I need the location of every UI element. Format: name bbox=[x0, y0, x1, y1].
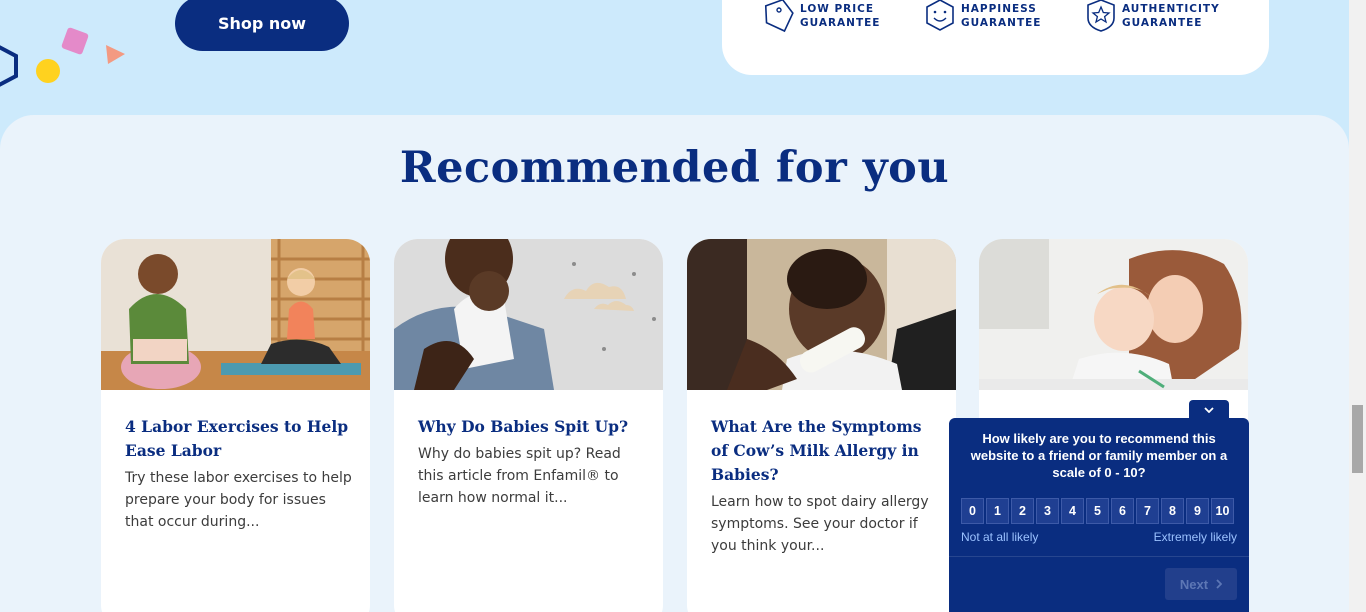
article-title[interactable]: Why Do Babies Spit Up? bbox=[418, 415, 643, 439]
guarantee-line1: LOW PRICE bbox=[800, 3, 875, 15]
article-title[interactable]: 4 Labor Exercises to Help Ease Labor bbox=[125, 415, 350, 463]
nps-option-10[interactable]: 10 bbox=[1211, 498, 1234, 524]
next-button[interactable]: Next bbox=[1165, 568, 1237, 600]
guarantee-line1: AUTHENTICITY bbox=[1122, 3, 1220, 15]
next-label: Next bbox=[1179, 576, 1209, 592]
nps-option-5[interactable]: 5 bbox=[1086, 498, 1109, 524]
diamond-decoration-icon bbox=[60, 26, 90, 56]
article-description: Why do babies spit up? Read this article… bbox=[418, 446, 621, 506]
circle-decoration-icon bbox=[36, 59, 60, 83]
article-title[interactable]: What Are the Symptoms of Cow’s Milk Alle… bbox=[711, 415, 936, 487]
nps-option-0[interactable]: 0 bbox=[961, 498, 984, 524]
nps-option-1[interactable]: 1 bbox=[986, 498, 1009, 524]
nps-scale: 0 1 2 3 4 5 6 7 8 9 10 bbox=[961, 498, 1234, 524]
nps-option-8[interactable]: 8 bbox=[1161, 498, 1184, 524]
happiness-guarantee: HAPPINESS GUARANTEE bbox=[923, 0, 1041, 34]
nps-option-7[interactable]: 7 bbox=[1136, 498, 1159, 524]
article-card[interactable]: Why Do Babies Spit Up? Why do babies spi… bbox=[394, 239, 663, 612]
page-scrollbar[interactable] bbox=[1349, 0, 1366, 612]
survey-divider bbox=[949, 556, 1249, 557]
article-card[interactable]: What Are the Symptoms of Cow’s Milk Alle… bbox=[687, 239, 956, 612]
price-tag-icon bbox=[764, 0, 794, 33]
article-image-mother-baby[interactable] bbox=[979, 239, 1248, 390]
guarantee-card: LOW PRICE GUARANTEE HAPPINESS GUARANTEE AU… bbox=[722, 0, 1269, 75]
shop-now-button[interactable]: Shop now bbox=[175, 0, 349, 51]
article-image-labor-exercises[interactable] bbox=[101, 239, 370, 390]
smiley-icon bbox=[926, 0, 954, 31]
hexagon-decoration-icon bbox=[0, 44, 20, 88]
guarantee-line2: GUARANTEE bbox=[800, 17, 881, 29]
survey-collapse-button[interactable] bbox=[1189, 400, 1229, 420]
article-description: Try these labor exercises to help prepar… bbox=[125, 470, 352, 530]
section-title: Recommended for you bbox=[399, 143, 950, 193]
scrollbar-thumb[interactable] bbox=[1352, 405, 1363, 473]
article-image-babies-spit-up[interactable] bbox=[394, 239, 663, 390]
triangle-decoration-icon bbox=[103, 42, 127, 66]
nps-option-9[interactable]: 9 bbox=[1186, 498, 1209, 524]
article-image-milk-allergy[interactable] bbox=[687, 239, 956, 390]
guarantee-line2: GUARANTEE bbox=[1122, 17, 1203, 29]
star-shield-icon bbox=[1087, 0, 1115, 32]
nps-option-3[interactable]: 3 bbox=[1036, 498, 1059, 524]
nps-option-4[interactable]: 4 bbox=[1061, 498, 1084, 524]
guarantee-line1: HAPPINESS bbox=[961, 3, 1037, 15]
nps-option-2[interactable]: 2 bbox=[1011, 498, 1034, 524]
chevron-down-icon bbox=[1204, 407, 1214, 413]
low-price-guarantee: LOW PRICE GUARANTEE bbox=[762, 0, 880, 34]
scale-high-label: Extremely likely bbox=[1153, 530, 1237, 544]
chevron-right-icon bbox=[1216, 579, 1223, 589]
hero-section: Shop now LOW PRICE GUARANTEE HAPPINESS GUA… bbox=[0, 0, 1349, 130]
scale-low-label: Not at all likely bbox=[961, 530, 1039, 544]
article-description: Learn how to spot dairy allergy symptoms… bbox=[711, 494, 929, 554]
nps-survey-widget: How likely are you to recommend this web… bbox=[949, 418, 1249, 612]
authenticity-guarantee: AUTHENTICITY GUARANTEE bbox=[1084, 0, 1220, 34]
article-card[interactable]: 4 Labor Exercises to Help Ease Labor Try… bbox=[101, 239, 370, 612]
guarantee-line2: GUARANTEE bbox=[961, 17, 1042, 29]
survey-question: How likely are you to recommend this web… bbox=[970, 431, 1228, 480]
nps-option-6[interactable]: 6 bbox=[1111, 498, 1134, 524]
